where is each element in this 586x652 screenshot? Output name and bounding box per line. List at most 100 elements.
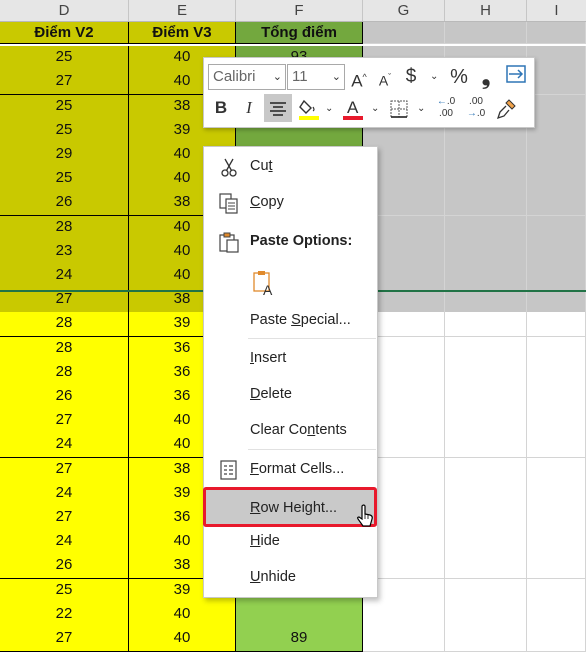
menu-item-cut[interactable]: Cut — [204, 149, 377, 183]
cell[interactable] — [527, 22, 586, 44]
cell[interactable] — [445, 530, 527, 555]
header-cell-tong-diem[interactable]: Tổng điểm — [236, 22, 363, 44]
cell[interactable]: 25 — [0, 119, 129, 144]
cell[interactable]: 24 — [0, 433, 129, 458]
menu-item-unhide[interactable]: Unhide — [204, 560, 377, 594]
cell[interactable] — [527, 216, 586, 241]
menu-item-hide[interactable]: Hide — [204, 524, 377, 558]
cell[interactable] — [527, 240, 586, 265]
cell[interactable] — [527, 361, 586, 386]
cell[interactable] — [445, 337, 527, 362]
wrap-text-icon[interactable] — [504, 64, 528, 92]
cell[interactable] — [445, 506, 527, 531]
cell[interactable]: 24 — [0, 530, 129, 555]
cell[interactable] — [445, 240, 527, 265]
cell[interactable]: 24 — [0, 264, 129, 289]
format-painter-icon[interactable] — [494, 94, 518, 122]
cell[interactable] — [527, 579, 586, 604]
increase-font-size-icon[interactable]: A^ — [348, 63, 370, 91]
table-row[interactable]: 27 40 89 — [0, 627, 586, 652]
cell[interactable]: 27 — [0, 70, 129, 95]
cell[interactable]: 26 — [0, 191, 129, 216]
column-header-d[interactable]: D — [0, 0, 129, 21]
currency-icon[interactable]: $ — [402, 63, 420, 91]
cell[interactable] — [527, 167, 586, 192]
cell[interactable] — [527, 530, 586, 555]
cell[interactable]: 40 — [129, 627, 236, 652]
cell[interactable] — [527, 458, 586, 483]
increase-decimal-icon[interactable]: ←.0.00 — [433, 94, 459, 124]
decrease-font-size-icon[interactable]: Aˇ — [374, 63, 396, 91]
cell[interactable] — [363, 603, 445, 628]
cell[interactable] — [445, 216, 527, 241]
menu-item-copy[interactable]: Copy — [204, 185, 377, 219]
font-name-combo[interactable]: Calibri ⌄ — [208, 64, 286, 90]
menu-item-insert[interactable]: Insert — [204, 341, 377, 375]
cell[interactable] — [445, 385, 527, 410]
cell[interactable] — [527, 119, 586, 144]
cell[interactable] — [445, 458, 527, 483]
cell[interactable]: 25 — [0, 167, 129, 192]
cell[interactable] — [527, 554, 586, 579]
cell[interactable] — [445, 264, 527, 289]
cell[interactable] — [527, 264, 586, 289]
cell[interactable] — [527, 95, 586, 120]
cell[interactable]: 24 — [0, 482, 129, 507]
cell[interactable]: 26 — [0, 554, 129, 579]
paste-option-button[interactable]: A — [204, 263, 377, 303]
cell[interactable] — [445, 22, 527, 44]
cell[interactable]: 28 — [0, 216, 129, 241]
cell[interactable]: 28 — [0, 361, 129, 386]
table-row[interactable]: 22 40 — [0, 603, 586, 628]
cell[interactable]: 26 — [0, 385, 129, 410]
fill-color-icon[interactable] — [297, 94, 321, 122]
cell[interactable] — [527, 385, 586, 410]
column-header-i[interactable]: I — [527, 0, 586, 21]
menu-item-paste-special[interactable]: Paste Special... — [204, 303, 377, 337]
cell[interactable] — [445, 627, 527, 652]
cell[interactable] — [527, 70, 586, 95]
cell[interactable]: 27 — [0, 409, 129, 434]
cell[interactable] — [236, 603, 363, 628]
cell[interactable] — [527, 312, 586, 337]
italic-button[interactable]: I — [238, 94, 260, 122]
chevron-down-icon[interactable]: ⌄ — [325, 95, 333, 123]
font-size-combo[interactable]: 11 ⌄ — [287, 64, 345, 90]
cell[interactable] — [527, 46, 586, 71]
column-header-h[interactable]: H — [445, 0, 527, 21]
cell[interactable] — [445, 361, 527, 386]
cell[interactable]: 25 — [0, 46, 129, 71]
chevron-down-icon[interactable]: ⌄ — [417, 95, 425, 123]
percent-icon[interactable]: % — [448, 63, 470, 91]
cell[interactable] — [445, 312, 527, 337]
cell[interactable]: 22 — [0, 603, 129, 628]
chevron-down-icon[interactable]: ⌄ — [371, 95, 379, 123]
bold-button[interactable]: B — [210, 94, 232, 122]
column-header-g[interactable]: G — [363, 0, 445, 21]
cell[interactable] — [445, 579, 527, 604]
menu-item-clear-contents[interactable]: Clear Contents — [204, 413, 377, 447]
menu-item-format-cells[interactable]: Format Cells... — [204, 452, 377, 486]
cell[interactable]: 28 — [0, 337, 129, 362]
cell[interactable] — [445, 409, 527, 434]
cell[interactable]: 27 — [0, 458, 129, 483]
cell[interactable] — [445, 167, 527, 192]
cell[interactable] — [363, 22, 445, 44]
cell[interactable] — [445, 482, 527, 507]
cell[interactable] — [445, 554, 527, 579]
cell[interactable] — [527, 627, 586, 652]
decrease-decimal-icon[interactable]: .00 →.0 — [463, 94, 489, 124]
column-header-e[interactable]: E — [129, 0, 236, 21]
cell[interactable] — [445, 143, 527, 168]
cell[interactable]: 25 — [0, 95, 129, 120]
cell[interactable]: 25 — [0, 579, 129, 604]
cell[interactable] — [363, 627, 445, 652]
center-align-icon[interactable] — [264, 94, 292, 122]
chevron-down-icon[interactable]: ⌄ — [430, 63, 438, 91]
comma-style-icon[interactable]: ❟ — [478, 63, 494, 91]
borders-icon[interactable] — [388, 94, 410, 122]
cell[interactable] — [527, 433, 586, 458]
cell[interactable] — [445, 433, 527, 458]
cell[interactable]: 29 — [0, 143, 129, 168]
cell[interactable] — [527, 337, 586, 362]
